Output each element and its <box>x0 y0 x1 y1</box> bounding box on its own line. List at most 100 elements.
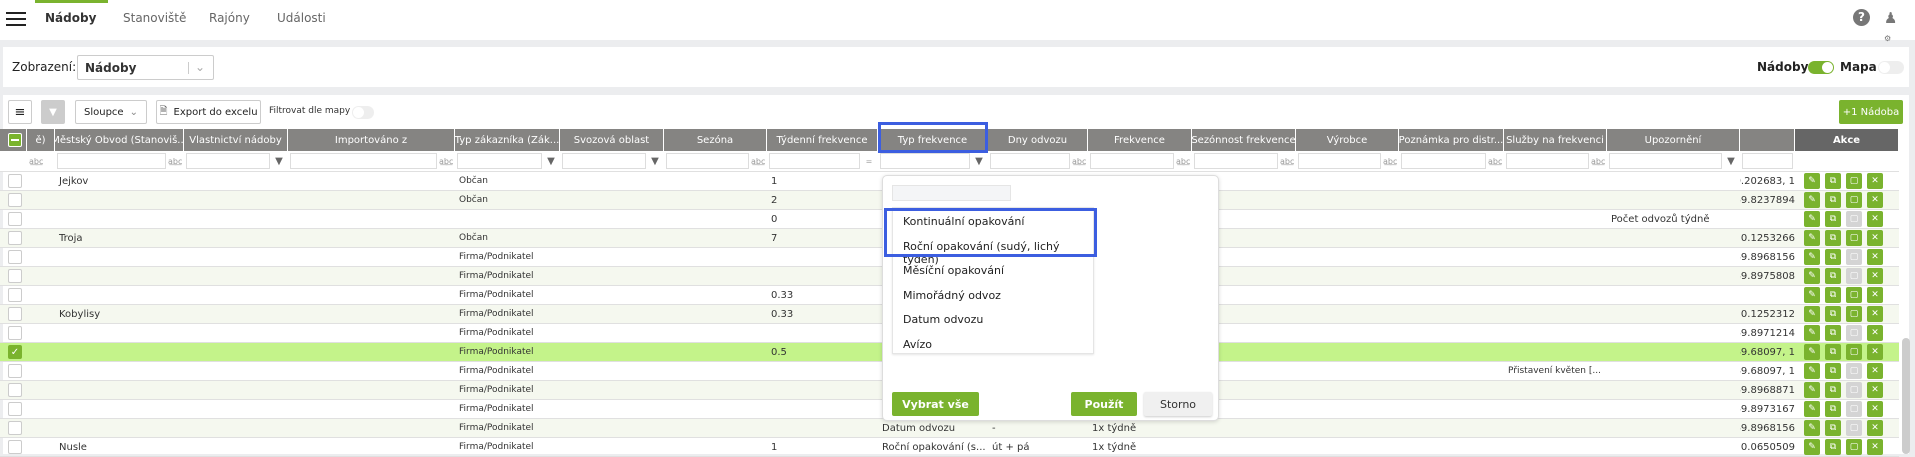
select-all-checkbox[interactable] <box>8 133 22 147</box>
open-detail-button[interactable]: ⧉ <box>1825 173 1841 189</box>
open-detail-button[interactable]: ⧉ <box>1825 230 1841 246</box>
select-all-button[interactable]: Vybrat vše <box>892 392 979 416</box>
note-button[interactable]: ▢ <box>1846 382 1862 398</box>
tab-stanoviste[interactable]: Stanoviště <box>123 11 186 25</box>
abc-filter-icon[interactable]: a͟b͟c <box>168 157 182 166</box>
abc-filter-icon[interactable]: a͟b͟c <box>1280 157 1294 166</box>
edit-button[interactable]: ✎ <box>1804 268 1820 284</box>
filter-input[interactable] <box>1609 153 1722 169</box>
row-checkbox[interactable] <box>8 440 22 454</box>
popup-search-input[interactable] <box>892 185 1011 201</box>
edit-button[interactable]: ✎ <box>1804 363 1820 379</box>
open-detail-button[interactable]: ⧉ <box>1825 287 1841 303</box>
open-detail-button[interactable]: ⧉ <box>1825 306 1841 322</box>
edit-button[interactable]: ✎ <box>1804 344 1820 360</box>
open-detail-button[interactable]: ⧉ <box>1825 192 1841 208</box>
column-header[interactable]: Frekvence <box>1088 129 1192 151</box>
delete-button[interactable]: ✕ <box>1867 363 1883 379</box>
row-checkbox[interactable] <box>8 250 22 264</box>
columns-button[interactable]: Sloupce ⌄ <box>75 100 147 124</box>
tab-rajony[interactable]: Rajóny <box>209 11 250 25</box>
filter-input[interactable] <box>562 153 646 169</box>
delete-button[interactable]: ✕ <box>1867 173 1883 189</box>
row-checkbox[interactable] <box>8 364 22 378</box>
note-button[interactable]: ▢ <box>1846 211 1862 227</box>
export-excel-button[interactable]: 🗎 Export do excelu <box>156 100 261 124</box>
delete-button[interactable]: ✕ <box>1867 344 1883 360</box>
column-header[interactable]: Městský Obvod (Stanoviš... <box>55 129 184 151</box>
filter-input[interactable] <box>290 153 437 169</box>
funnel-icon[interactable]: ▼ <box>972 156 986 167</box>
abc-filter-icon[interactable]: a͟b͟c <box>1383 157 1397 166</box>
filter-input[interactable] <box>1298 153 1381 169</box>
filter-input[interactable] <box>666 153 749 169</box>
filter-input[interactable] <box>1506 153 1589 169</box>
vertical-scrollbar[interactable] <box>1902 338 1910 454</box>
edit-button[interactable]: ✎ <box>1804 306 1820 322</box>
row-checkbox[interactable] <box>8 421 22 435</box>
note-button[interactable]: ▢ <box>1846 287 1862 303</box>
abc-filter-icon[interactable]: a͟b͟c <box>29 157 43 166</box>
edit-button[interactable]: ✎ <box>1804 192 1820 208</box>
hamburger-menu-icon[interactable] <box>6 12 26 26</box>
delete-button[interactable]: ✕ <box>1867 382 1883 398</box>
funnel-icon[interactable]: ▼ <box>272 156 286 167</box>
toggle-nadoby[interactable] <box>1808 61 1834 74</box>
filter-input[interactable] <box>880 153 970 169</box>
delete-button[interactable]: ✕ <box>1867 230 1883 246</box>
note-button[interactable]: ▢ <box>1846 306 1862 322</box>
filter-input[interactable] <box>57 153 166 169</box>
column-header[interactable]: Služby na frekvenci <box>1504 129 1607 151</box>
column-header[interactable]: Typ zákazníka (Zák... <box>455 129 560 151</box>
row-checkbox[interactable]: ✓ <box>8 345 22 359</box>
note-button[interactable]: ▢ <box>1846 363 1862 379</box>
filter-option[interactable]: Měsíční opakování <box>903 264 1004 277</box>
note-button[interactable]: ▢ <box>1846 268 1862 284</box>
row-checkbox[interactable] <box>8 383 22 397</box>
funnel-icon[interactable]: ▼ <box>544 156 558 167</box>
tab-nadoby[interactable]: Nádoby <box>45 11 96 25</box>
column-header[interactable]: Upozornění <box>1607 129 1740 151</box>
toggle-mapa[interactable] <box>1878 61 1904 74</box>
edit-button[interactable]: ✎ <box>1804 401 1820 417</box>
open-detail-button[interactable]: ⧉ <box>1825 401 1841 417</box>
open-detail-button[interactable]: ⧉ <box>1825 268 1841 284</box>
table-row[interactable]: Firma/Podnikatel Datum odvozu - 1x týdně 49.… <box>0 419 1899 438</box>
table-row[interactable]: Nusle Firma/Podnikatel 1 Roční opakování (s… <box>0 438 1899 457</box>
filter-input[interactable] <box>990 153 1070 169</box>
filter-input[interactable] <box>1401 153 1486 169</box>
note-button[interactable]: ▢ <box>1846 173 1862 189</box>
open-detail-button[interactable]: ⧉ <box>1825 325 1841 341</box>
open-detail-button[interactable]: ⧉ <box>1825 363 1841 379</box>
edit-button[interactable]: ✎ <box>1804 173 1820 189</box>
column-header[interactable]: Sezónnost frekvence <box>1192 129 1296 151</box>
column-header[interactable] <box>1740 129 1795 151</box>
abc-filter-icon[interactable]: a͟b͟c <box>1176 157 1190 166</box>
edit-button[interactable]: ✎ <box>1804 382 1820 398</box>
filter-option[interactable]: Avízo <box>903 338 932 351</box>
delete-button[interactable]: ✕ <box>1867 401 1883 417</box>
edit-button[interactable]: ✎ <box>1804 211 1820 227</box>
open-detail-button[interactable]: ⧉ <box>1825 420 1841 436</box>
note-button[interactable]: ▢ <box>1846 420 1862 436</box>
column-header[interactable]: Importováno z <box>288 129 455 151</box>
filter-map-toggle[interactable] <box>352 106 374 119</box>
row-checkbox[interactable] <box>8 326 22 340</box>
filter-option[interactable]: Mimořádný odvoz <box>903 289 1001 302</box>
edit-button[interactable]: ✎ <box>1804 230 1820 246</box>
edit-button[interactable]: ✎ <box>1804 287 1820 303</box>
filter-input[interactable] <box>457 153 542 169</box>
delete-button[interactable]: ✕ <box>1867 287 1883 303</box>
filter-option[interactable]: Datum odvozu <box>903 313 983 326</box>
abc-filter-icon[interactable]: a͟b͟c <box>1591 157 1605 166</box>
note-button[interactable]: ▢ <box>1846 439 1862 455</box>
edit-button[interactable]: ✎ <box>1804 325 1820 341</box>
abc-filter-icon[interactable]: a͟b͟c <box>751 157 765 166</box>
equals-icon[interactable]: = <box>862 157 876 166</box>
column-header[interactable]: Sezóna <box>664 129 767 151</box>
note-button[interactable]: ▢ <box>1846 325 1862 341</box>
filter-input[interactable] <box>186 153 270 169</box>
funnel-icon[interactable]: ▼ <box>1724 156 1738 167</box>
row-checkbox[interactable] <box>8 288 22 302</box>
row-checkbox[interactable] <box>8 231 22 245</box>
